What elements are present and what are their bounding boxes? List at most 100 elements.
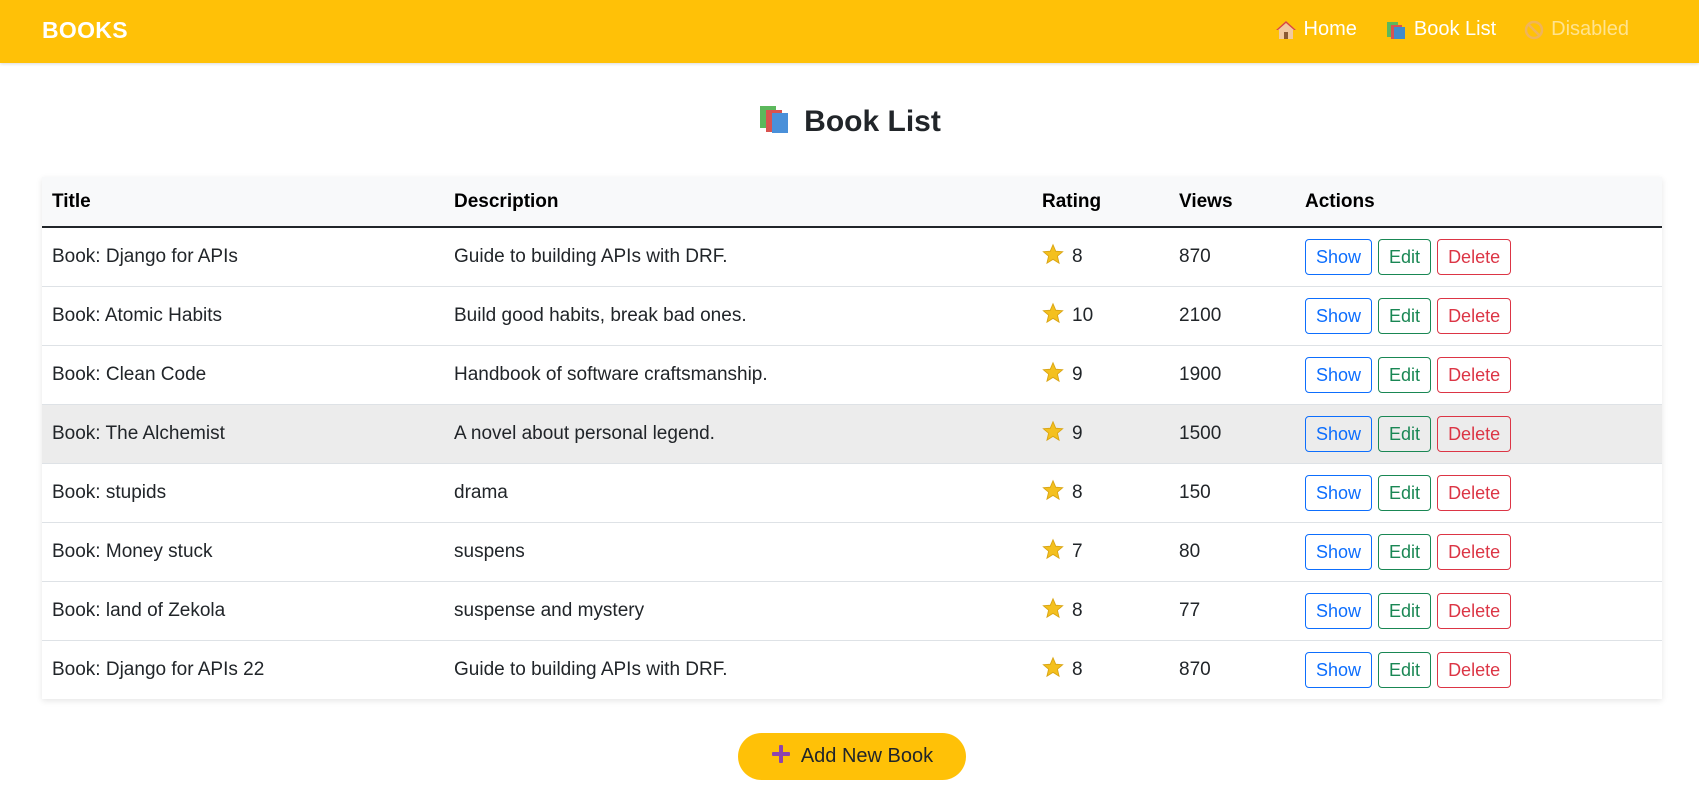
delete-button[interactable]: Delete	[1437, 533, 1512, 570]
table-row: Book: stupids drama 8 150 Show Edit Delete	[42, 463, 1662, 522]
book-rating-cell: 10	[1032, 286, 1169, 345]
books-icon	[758, 104, 792, 139]
book-description: Guide to building APIs with DRF.	[454, 245, 728, 267]
book-actions: Show Edit Delete	[1295, 463, 1662, 522]
show-button[interactable]: Show	[1305, 474, 1373, 511]
books-icon	[1385, 20, 1407, 40]
show-button[interactable]: Show	[1305, 533, 1373, 570]
rating-value: 9	[1072, 363, 1083, 385]
book-actions: Show Edit Delete	[1295, 581, 1662, 640]
nav-link-disabled-label: Disabled	[1551, 18, 1629, 40]
table-row: Book: Atomic Habits Build good habits, br…	[42, 286, 1662, 345]
book-actions: Show Edit Delete	[1295, 227, 1662, 286]
edit-button[interactable]: Edit	[1378, 474, 1432, 511]
delete-button[interactable]: Delete	[1437, 415, 1512, 452]
book-views: 1500	[1179, 422, 1222, 444]
delete-button[interactable]: Delete	[1437, 297, 1512, 334]
show-button[interactable]: Show	[1305, 415, 1373, 452]
table-row: Book: Clean Code Handbook of software cra…	[42, 345, 1662, 404]
book-rating: 9	[1042, 361, 1159, 389]
prohibited-icon	[1524, 20, 1544, 40]
book-actions: Show Edit Delete	[1295, 522, 1662, 581]
add-new-book-button[interactable]: Add New Book	[738, 733, 966, 780]
edit-button[interactable]: Edit	[1378, 238, 1432, 275]
page-title-text: Book List	[804, 104, 941, 138]
book-rating: 9	[1042, 420, 1159, 448]
book-description: drama	[454, 481, 508, 503]
delete-button[interactable]: Delete	[1437, 238, 1512, 275]
book-views: 1900	[1179, 363, 1222, 385]
nav-links: Home Book List Disabled	[1275, 18, 1629, 41]
delete-button[interactable]: Delete	[1437, 356, 1512, 393]
book-actions: Show Edit Delete	[1295, 345, 1662, 404]
show-button[interactable]: Show	[1305, 238, 1373, 275]
house-icon	[1275, 20, 1297, 40]
show-button[interactable]: Show	[1305, 356, 1373, 393]
nav-link-book-list-label: Book List	[1413, 18, 1497, 40]
book-title: Book: land of Zekola	[52, 599, 226, 621]
star-icon	[1042, 538, 1064, 566]
edit-button[interactable]: Edit	[1378, 592, 1432, 629]
star-icon	[1042, 420, 1064, 448]
brand-logo[interactable]: BOOKS	[42, 17, 128, 44]
edit-button[interactable]: Edit	[1378, 651, 1432, 688]
table-header: Title Description Rating Views Actions	[42, 177, 1662, 227]
nav-link-book-list[interactable]: Book List	[1385, 18, 1496, 41]
edit-button[interactable]: Edit	[1378, 297, 1432, 334]
star-icon	[1042, 479, 1064, 507]
table-row: Book: Money stuck suspens 7 80 Show Edit Delet…	[42, 522, 1662, 581]
rating-value: 8	[1072, 658, 1083, 680]
header-views: Views	[1179, 190, 1233, 212]
table-body: Book: Django for APIs Guide to building A…	[42, 227, 1662, 699]
book-rating: 8	[1042, 597, 1159, 625]
book-views: 870	[1179, 658, 1211, 680]
book-rating: 10	[1042, 302, 1159, 330]
book-views: 870	[1179, 245, 1211, 267]
navbar: BOOKS Home Book List Disabled	[0, 0, 1699, 63]
book-table: Title Description Rating Views Actions B…	[42, 177, 1662, 699]
book-title: Book: The Alchemist	[52, 422, 225, 444]
book-views: 2100	[1179, 304, 1222, 326]
star-icon	[1042, 656, 1064, 684]
table-row: Book: Django for APIs 22 Guide to buildin…	[42, 640, 1662, 699]
header-rating: Rating	[1042, 190, 1102, 212]
delete-button[interactable]: Delete	[1437, 651, 1512, 688]
edit-button[interactable]: Edit	[1378, 533, 1432, 570]
book-title: Book: Clean Code	[52, 363, 207, 385]
book-views: 80	[1179, 540, 1201, 562]
book-title: Book: Django for APIs 22	[52, 658, 265, 680]
show-button[interactable]: Show	[1305, 592, 1373, 629]
rating-value: 7	[1072, 540, 1083, 562]
book-description: Handbook of software craftsmanship.	[454, 363, 768, 385]
show-button[interactable]: Show	[1305, 297, 1373, 334]
book-title: Book: Money stuck	[52, 540, 213, 562]
table-row: Book: land of Zekola suspense and mystery…	[42, 581, 1662, 640]
book-title: Book: stupids	[52, 481, 167, 503]
nav-link-disabled: Disabled	[1524, 18, 1629, 41]
header-actions: Actions	[1305, 190, 1375, 212]
book-description: suspens	[454, 540, 525, 562]
rating-value: 8	[1072, 481, 1083, 503]
book-description: A novel about personal legend.	[454, 422, 715, 444]
delete-button[interactable]: Delete	[1437, 474, 1512, 511]
edit-button[interactable]: Edit	[1378, 415, 1432, 452]
header-description: Description	[454, 190, 559, 212]
header-title: Title	[52, 190, 91, 212]
book-views: 77	[1179, 599, 1201, 621]
edit-button[interactable]: Edit	[1378, 356, 1432, 393]
star-icon	[1042, 597, 1064, 625]
book-actions: Show Edit Delete	[1295, 404, 1662, 463]
nav-link-home[interactable]: Home	[1275, 18, 1357, 41]
book-description: Guide to building APIs with DRF.	[454, 658, 728, 680]
show-button[interactable]: Show	[1305, 651, 1373, 688]
add-new-book-label: Add New Book	[800, 745, 934, 767]
table-row: Book: Django for APIs Guide to building A…	[42, 227, 1662, 286]
book-rating-cell: 8	[1032, 463, 1169, 522]
rating-value: 8	[1072, 599, 1083, 621]
nav-link-home-label: Home	[1303, 18, 1357, 40]
delete-button[interactable]: Delete	[1437, 592, 1512, 629]
book-rating: 8	[1042, 243, 1159, 271]
book-description: suspense and mystery	[454, 599, 645, 621]
book-rating: 8	[1042, 479, 1159, 507]
book-rating-cell: 9	[1032, 345, 1169, 404]
